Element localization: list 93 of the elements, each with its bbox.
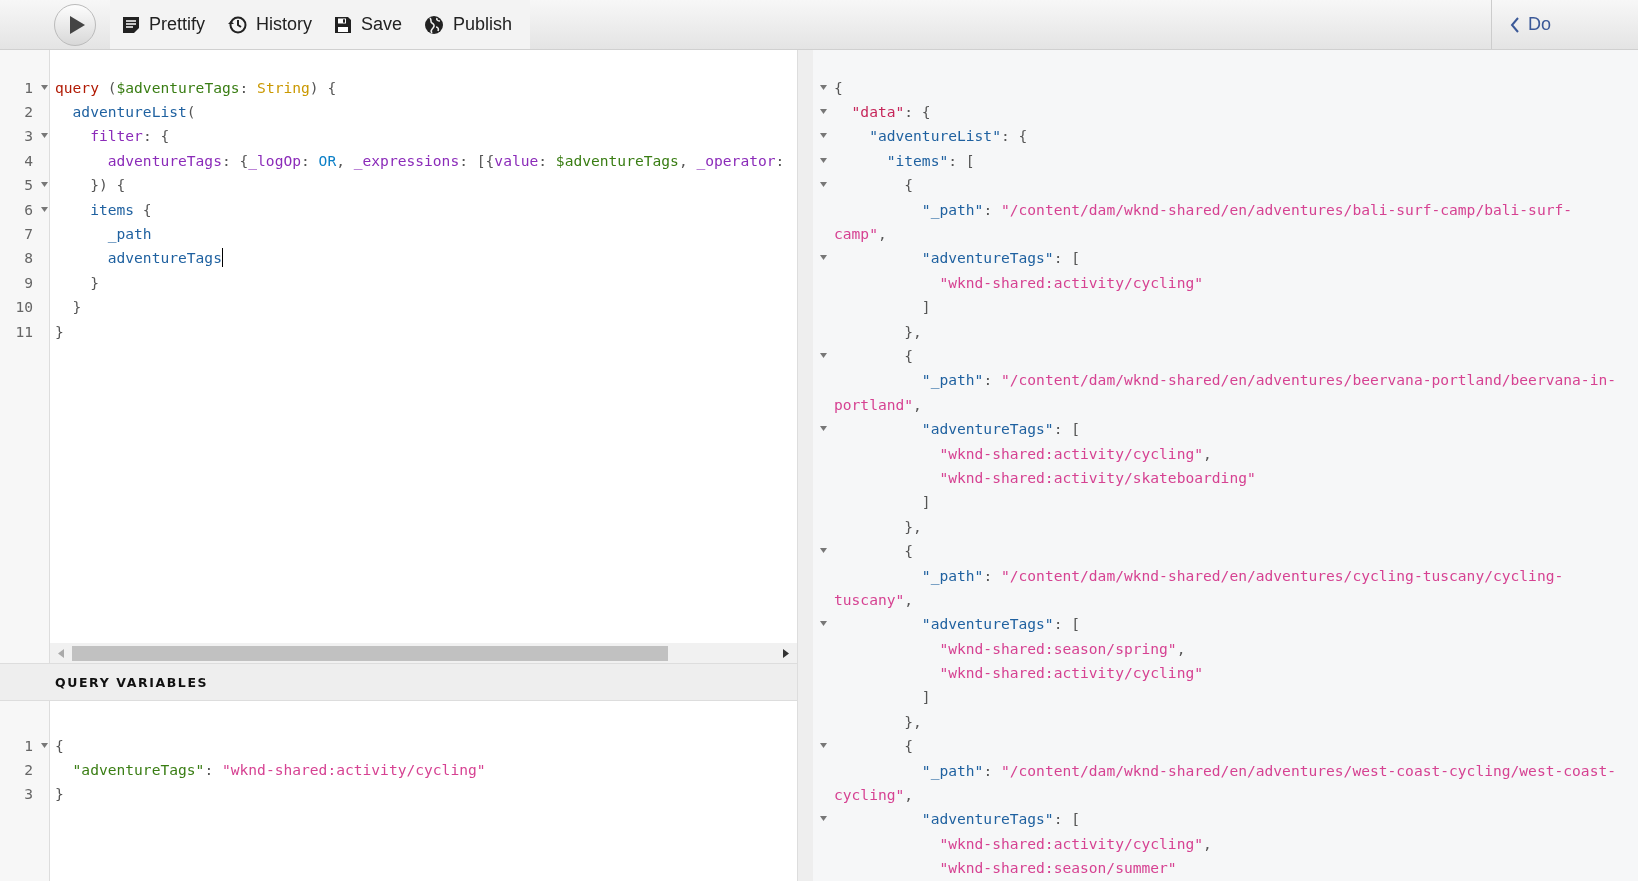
document-icon <box>122 15 140 34</box>
code-line: "wknd-shared:activity/cycling", <box>938 834 1212 852</box>
code-line: { <box>903 176 914 194</box>
code-line: ] <box>920 298 931 316</box>
code-line: "data": { <box>850 103 931 121</box>
line-number: 3 <box>23 127 33 145</box>
code-line: "adventureTags": [ <box>920 615 1080 633</box>
code-line: "wknd-shared:season/spring", <box>938 639 1186 657</box>
line-number: 2 <box>23 761 33 779</box>
fold-arrow-icon[interactable] <box>820 133 827 139</box>
code-line: adventureTags: {_logOp: OR, _expressions: [{value: $adventureTags, _operator: <box>106 151 785 169</box>
line-number: 10 <box>14 298 33 316</box>
code-line: "wknd-shared:activity/cycling" <box>938 273 1204 291</box>
fold-arrow-icon[interactable] <box>820 182 827 188</box>
code-line: "wknd-shared:activity/cycling", <box>938 444 1212 462</box>
code-line: } <box>55 785 64 803</box>
code-line: } <box>89 273 99 291</box>
line-number: 3 <box>23 785 33 803</box>
line-number: 8 <box>23 249 33 267</box>
line-number: 1 <box>23 736 33 754</box>
code-line: _path <box>106 225 152 243</box>
toolbar-button[interactable]: Save <box>328 10 409 39</box>
toolbar-button[interactable]: Prettify <box>116 10 211 39</box>
code-line: { <box>903 542 914 560</box>
code-line: "adventureTags": [ <box>920 420 1080 438</box>
fold-arrow-icon[interactable] <box>820 816 827 822</box>
fold-arrow-icon[interactable] <box>40 206 48 212</box>
globe-icon <box>424 14 445 35</box>
code-line: { <box>55 736 64 754</box>
fold-arrow-icon[interactable] <box>820 109 827 115</box>
code-line: camp", <box>834 225 887 243</box>
code-line: "wknd-shared:activity/cycling" <box>938 664 1204 682</box>
code-line: }) { <box>89 176 126 194</box>
run-button[interactable] <box>54 3 96 46</box>
fold-arrow-icon[interactable] <box>820 621 827 627</box>
code-line: }, <box>903 322 922 340</box>
code-line: "adventureTags": [ <box>920 810 1080 828</box>
code-line: tuscany", <box>834 590 914 608</box>
code-line: portland", <box>834 395 922 413</box>
scroll-right-arrow-icon[interactable] <box>783 648 789 658</box>
chevron-left-icon <box>1510 16 1520 33</box>
code-line: filter: { <box>89 127 170 145</box>
code-line: cycling", <box>834 786 914 803</box>
code-line: ] <box>920 688 931 706</box>
fold-arrow-icon[interactable] <box>40 182 48 188</box>
code-line: items { <box>89 200 152 218</box>
clock-icon <box>227 14 247 35</box>
code-line: "items": [ <box>885 151 975 169</box>
fold-arrow-icon[interactable] <box>820 157 827 163</box>
code-line: ] <box>920 493 931 511</box>
fold-arrow-icon[interactable] <box>820 743 827 749</box>
code-line: "wknd-shared:activity/skateboarding" <box>938 468 1256 486</box>
fold-arrow-icon[interactable] <box>820 353 827 358</box>
toolbar-button[interactable]: Publish <box>418 10 519 39</box>
code-line: { <box>834 78 843 96</box>
code-line: adventureList( <box>71 103 196 121</box>
code-line: "_path": "/content/dam/wknd-shared/en/adventures/cycling-tuscany/cycling- <box>920 566 1564 584</box>
line-number: 11 <box>14 322 33 340</box>
code-line: "_path": "/content/dam/wknd-shared/en/adventures/bali-surf-camp/bali-surf- <box>920 200 1573 218</box>
play-icon <box>68 14 86 35</box>
code-line: } <box>55 322 64 340</box>
code-line: "adventureTags": [ <box>920 249 1080 267</box>
line-number: 5 <box>23 176 33 194</box>
code-line: "_path": "/content/dam/wknd-shared/en/adventures/beervana-portland/beervana-in- <box>920 371 1616 389</box>
code-line: adventureTags <box>106 249 222 267</box>
code-line: "adventureTags": "wknd-shared:activity/cycling" <box>71 761 486 779</box>
code-line: } <box>71 298 82 316</box>
panel-title[interactable]: QUERY VARIABLES <box>55 674 209 690</box>
code-line: { <box>903 737 914 755</box>
code-line: "_path": "/content/dam/wknd-shared/en/adventures/west-coast-cycling/west-coast- <box>920 761 1616 779</box>
fold-arrow-icon[interactable] <box>40 84 48 90</box>
line-number: 6 <box>23 200 33 218</box>
code-line: }, <box>903 517 922 535</box>
horizontal-scrollbar[interactable] <box>50 643 797 663</box>
fold-arrow-icon[interactable] <box>40 742 48 748</box>
code-line: }, <box>903 712 922 730</box>
code-line: query ($adventureTags: String) { <box>55 78 337 96</box>
code-line: "wknd-shared:season/summer" <box>938 859 1177 877</box>
fold-arrow-icon[interactable] <box>820 426 827 432</box>
query-editor[interactable]: 1 query ($adventureTags: String) { 2 adventureList( 3 filter: { 4 adventureTags: {_logOp: OR, _expressions: [{value: $adventureTags, _operator: 5 }) { 6 items { 7 _path 8 adventureTags 9 } 10 } 11 } <box>0 50 797 663</box>
line-number: 7 <box>23 225 33 243</box>
line-number: 2 <box>23 103 33 121</box>
line-number: 9 <box>23 273 33 291</box>
toolbar-button[interactable]: History <box>221 10 319 39</box>
fold-arrow-icon[interactable] <box>820 548 827 554</box>
code-line: { <box>903 347 914 364</box>
code-line: "adventureList": { <box>868 127 1028 145</box>
fold-arrow-icon[interactable] <box>820 255 827 261</box>
line-number: 4 <box>23 151 33 169</box>
line-number: 1 <box>23 78 33 96</box>
fold-arrow-icon[interactable] <box>40 133 48 139</box>
fold-arrow-icon[interactable] <box>820 84 827 90</box>
docs-button[interactable]: Do <box>1510 14 1551 35</box>
